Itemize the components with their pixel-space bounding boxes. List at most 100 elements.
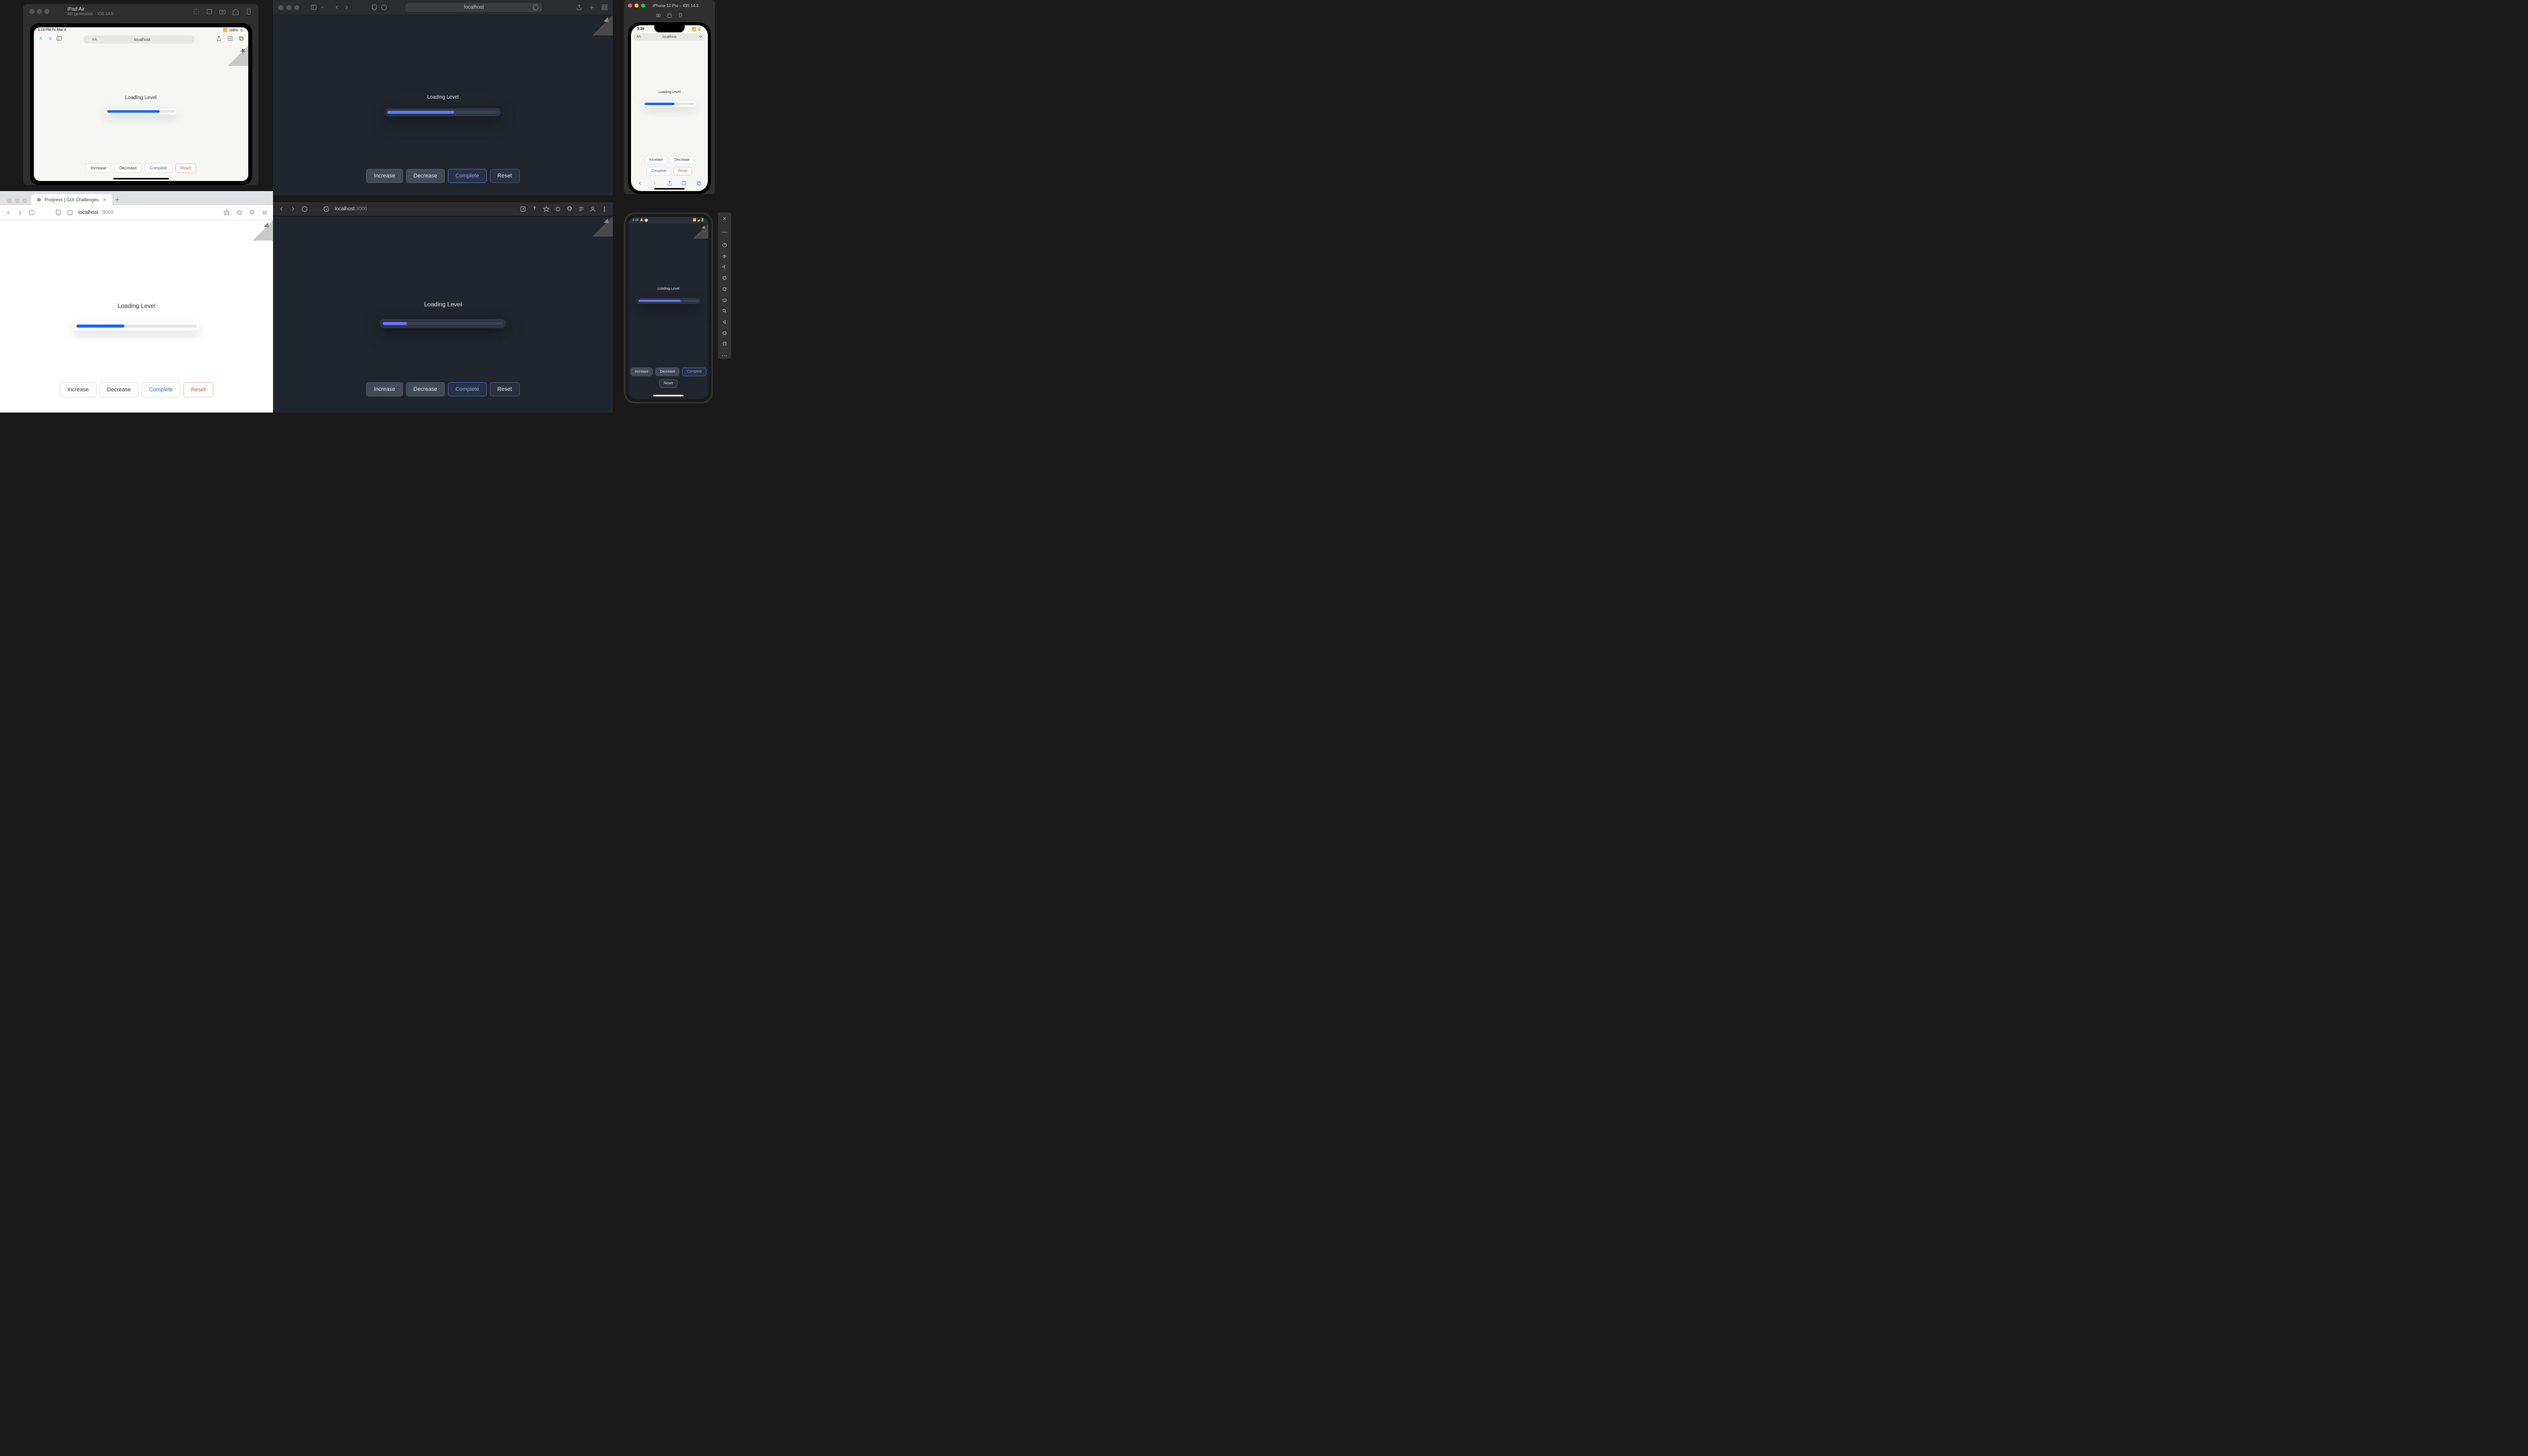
home-indicator[interactable] — [654, 188, 685, 190]
window-max-dot[interactable] — [641, 4, 645, 8]
shield-icon[interactable] — [55, 209, 62, 216]
ipad-address-bar[interactable]: AA localhost — [83, 35, 195, 43]
share-icon[interactable] — [667, 180, 672, 186]
extension-icon[interactable] — [236, 209, 243, 216]
tabs-overview-icon[interactable] — [601, 4, 608, 11]
extensions-icon[interactable] — [566, 206, 573, 212]
extensions-icon[interactable] — [249, 209, 255, 216]
site-info-icon[interactable] — [67, 209, 73, 216]
decrease-button[interactable]: Decrease — [114, 163, 142, 173]
decrease-button[interactable]: Decrease — [406, 382, 445, 396]
reset-button[interactable]: Reset — [659, 379, 678, 388]
reload-icon[interactable]: ⟳ — [699, 35, 702, 39]
app-open-icon[interactable] — [520, 206, 526, 212]
reader-aa-icon[interactable]: AA — [637, 35, 641, 38]
home-icon[interactable] — [232, 8, 239, 15]
sidebar-icon[interactable] — [310, 4, 317, 11]
screenshot-icon[interactable] — [206, 8, 213, 15]
screenshot-icon[interactable] — [721, 298, 728, 303]
back-button[interactable] — [278, 206, 285, 212]
reset-button[interactable]: Reset — [673, 167, 692, 175]
share-icon[interactable] — [216, 35, 222, 44]
reload-icon[interactable] — [301, 206, 308, 212]
volume-down-icon[interactable] — [721, 264, 728, 269]
window-close-dot[interactable] — [7, 198, 12, 203]
back-button[interactable] — [637, 180, 643, 186]
increase-button[interactable]: Increase — [645, 156, 667, 164]
sim-titlebar[interactable]: iPad Air 4th generation – iOS 14.5 — [23, 4, 258, 19]
forward-button[interactable] — [652, 180, 657, 186]
window-max-dot[interactable] — [44, 9, 50, 14]
window-min-dot[interactable] — [37, 9, 42, 14]
back-button[interactable] — [5, 209, 12, 216]
extension-green-icon[interactable] — [555, 206, 561, 212]
browser-tab[interactable]: Progress | GUI Challenges — [31, 194, 112, 205]
reset-button[interactable]: Reset — [184, 382, 213, 397]
android-back-icon[interactable] — [721, 320, 728, 325]
reader-aa-icon[interactable]: AA — [92, 38, 97, 41]
chrome-dark-address-bar[interactable]: localhost:3000 — [335, 206, 368, 212]
home-indicator[interactable] — [653, 395, 684, 396]
window-close-dot[interactable] — [278, 5, 283, 10]
window-min-dot[interactable] — [286, 5, 291, 10]
safari-titlebar[interactable]: localhost — [273, 0, 613, 15]
iphone-address-bar[interactable]: AA localhost ⟳ — [634, 33, 705, 40]
close-icon[interactable]: ✕ — [723, 216, 727, 223]
close-tab-icon[interactable] — [102, 197, 107, 202]
menu-icon[interactable] — [261, 209, 268, 216]
decrease-button[interactable]: Decrease — [670, 156, 694, 164]
new-tab-icon[interactable] — [589, 4, 595, 11]
bookmark-icon[interactable] — [543, 206, 550, 212]
bookmark-icon[interactable] — [223, 209, 230, 216]
decrease-button[interactable]: Decrease — [406, 169, 445, 183]
share-icon[interactable] — [531, 206, 538, 212]
sparkle-icon[interactable] — [193, 8, 200, 15]
window-max-dot[interactable] — [22, 198, 27, 203]
tabs-icon[interactable] — [696, 180, 702, 186]
complete-button[interactable]: Complete — [448, 382, 487, 396]
rotate-right-icon[interactable] — [721, 287, 728, 292]
camera-icon[interactable] — [219, 8, 226, 15]
complete-button[interactable]: Complete — [647, 167, 671, 175]
more-icon[interactable]: ⋯ — [722, 352, 728, 359]
safari-address-bar[interactable]: localhost — [405, 3, 542, 12]
increase-button[interactable]: Increase — [85, 163, 111, 173]
forward-button[interactable] — [343, 4, 350, 11]
increase-button[interactable]: Increase — [630, 368, 653, 376]
minimize-icon[interactable]: — — [722, 230, 727, 237]
decrease-button[interactable]: Decrease — [655, 368, 680, 376]
site-info-icon[interactable] — [323, 206, 330, 212]
forward-button[interactable] — [17, 209, 23, 216]
forward-button[interactable] — [47, 35, 53, 44]
reading-list-icon[interactable] — [578, 206, 584, 212]
android-overview-icon[interactable] — [721, 341, 728, 346]
forward-button[interactable] — [290, 206, 296, 212]
back-button[interactable] — [334, 4, 340, 11]
complete-button[interactable]: Complete — [142, 382, 180, 397]
sidebar-icon[interactable] — [56, 35, 62, 44]
complete-button[interactable]: Complete — [448, 169, 487, 183]
reset-button[interactable]: Reset — [490, 169, 520, 183]
window-close-dot[interactable] — [628, 4, 632, 8]
home-icon[interactable] — [667, 13, 672, 18]
reload-icon[interactable] — [28, 209, 35, 216]
camera-icon[interactable] — [656, 13, 661, 18]
power-icon[interactable] — [721, 243, 728, 248]
android-home-icon[interactable] — [721, 331, 728, 336]
window-max-dot[interactable] — [294, 5, 299, 10]
increase-button[interactable]: Increase — [366, 382, 402, 396]
rotate-left-icon[interactable] — [721, 276, 728, 281]
chrome-address-bar[interactable]: localhost:3000 — [78, 210, 114, 215]
reload-icon[interactable] — [532, 4, 539, 11]
rotate-icon[interactable] — [245, 8, 252, 15]
reset-button[interactable]: Reset — [490, 382, 520, 396]
window-min-dot[interactable] — [15, 198, 20, 203]
volume-up-icon[interactable] — [721, 254, 728, 259]
chrome-tabbar[interactable]: Progress | GUI Challenges + — [0, 191, 273, 205]
window-min-dot[interactable] — [635, 4, 639, 8]
privacy-shield-icon[interactable] — [371, 4, 378, 11]
rotate-icon[interactable] — [678, 13, 683, 18]
new-tab-icon[interactable] — [227, 35, 233, 44]
complete-button[interactable]: Complete — [682, 368, 706, 376]
profile-icon[interactable] — [590, 206, 596, 212]
